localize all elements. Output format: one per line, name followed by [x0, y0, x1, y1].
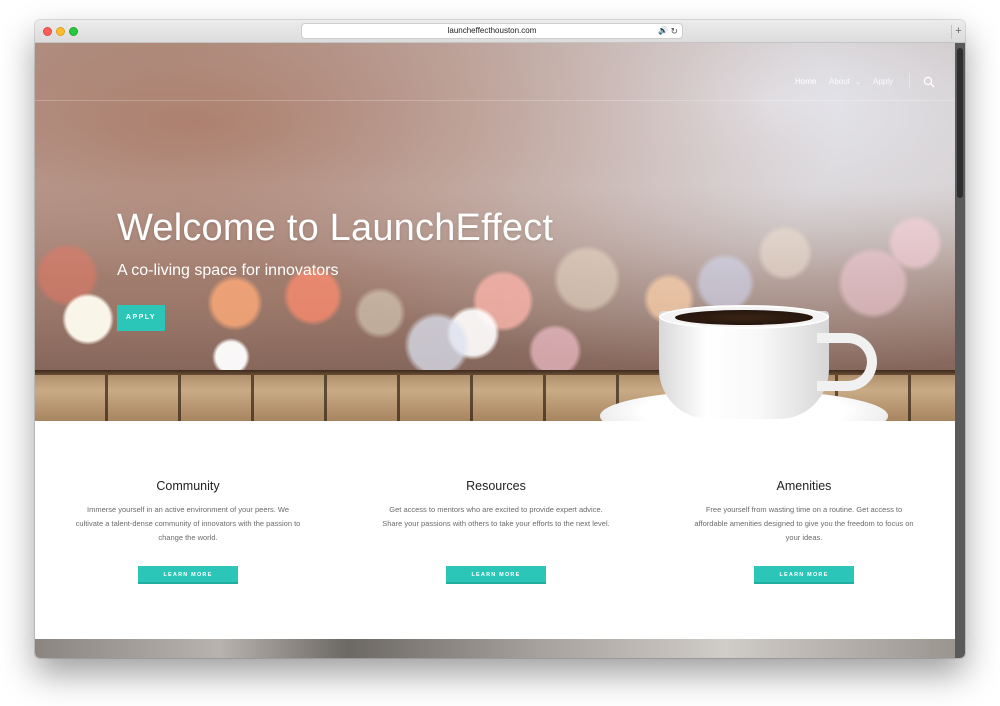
hero-section: Home About ⌄ Apply Welcome to LaunchEffe…	[35, 43, 955, 421]
new-tab-button[interactable]: +	[951, 25, 965, 39]
url-text: launcheffecthouston.com	[447, 26, 537, 35]
nav-divider	[35, 100, 955, 101]
maximize-window-button[interactable]	[69, 27, 78, 36]
chevron-down-icon: ⌄	[855, 79, 862, 86]
scrollbar-thumb[interactable]	[957, 48, 963, 198]
feature-amenities: Amenities Free yourself from wasting tim…	[689, 479, 919, 584]
feature-title: Amenities	[776, 479, 832, 493]
feature-community: Community Immerse yourself in an active …	[73, 479, 303, 584]
feature-description: Get access to mentors who are excited to…	[382, 505, 610, 528]
browser-titlebar: launcheffecthouston.com 🔊 ↻ +	[35, 20, 965, 43]
browser-window: launcheffecthouston.com 🔊 ↻ + Home About…	[35, 20, 965, 658]
feature-description: Free yourself from wasting time on a rou…	[694, 505, 914, 542]
next-section-image	[35, 639, 955, 658]
minimize-window-button[interactable]	[56, 27, 65, 36]
cup-handle-image	[817, 333, 877, 391]
learn-more-button[interactable]: LEARN MORE	[754, 566, 854, 584]
nav-apply-link[interactable]: Apply	[873, 77, 893, 86]
nav-about-label: About	[829, 77, 850, 86]
learn-more-button[interactable]: LEARN MORE	[138, 566, 238, 584]
feature-description: Immerse yourself in an active environmen…	[75, 505, 301, 542]
feature-title: Resources	[466, 479, 526, 493]
search-icon[interactable]	[923, 75, 935, 93]
nav-home-link[interactable]: Home	[795, 77, 816, 86]
reload-icon[interactable]: ↻	[670, 24, 678, 38]
close-window-button[interactable]	[43, 27, 52, 36]
feature-title: Community	[156, 479, 220, 493]
nav-about-link[interactable]: About ⌄	[829, 77, 861, 86]
hero-title: Welcome to LaunchEffect	[117, 207, 554, 249]
apply-button[interactable]: APPLY	[117, 305, 165, 331]
coffee-image	[675, 310, 813, 325]
hero-subtitle: A co-living space for innovators	[117, 262, 339, 279]
feature-resources: Resources Get access to mentors who are …	[381, 479, 611, 584]
address-bar[interactable]: launcheffecthouston.com 🔊 ↻	[301, 23, 683, 39]
speaker-icon[interactable]: 🔊	[658, 24, 668, 38]
features-section: Community Immerse yourself in an active …	[35, 421, 955, 639]
nav-separator	[909, 73, 910, 89]
learn-more-button[interactable]: LEARN MORE	[446, 566, 546, 584]
